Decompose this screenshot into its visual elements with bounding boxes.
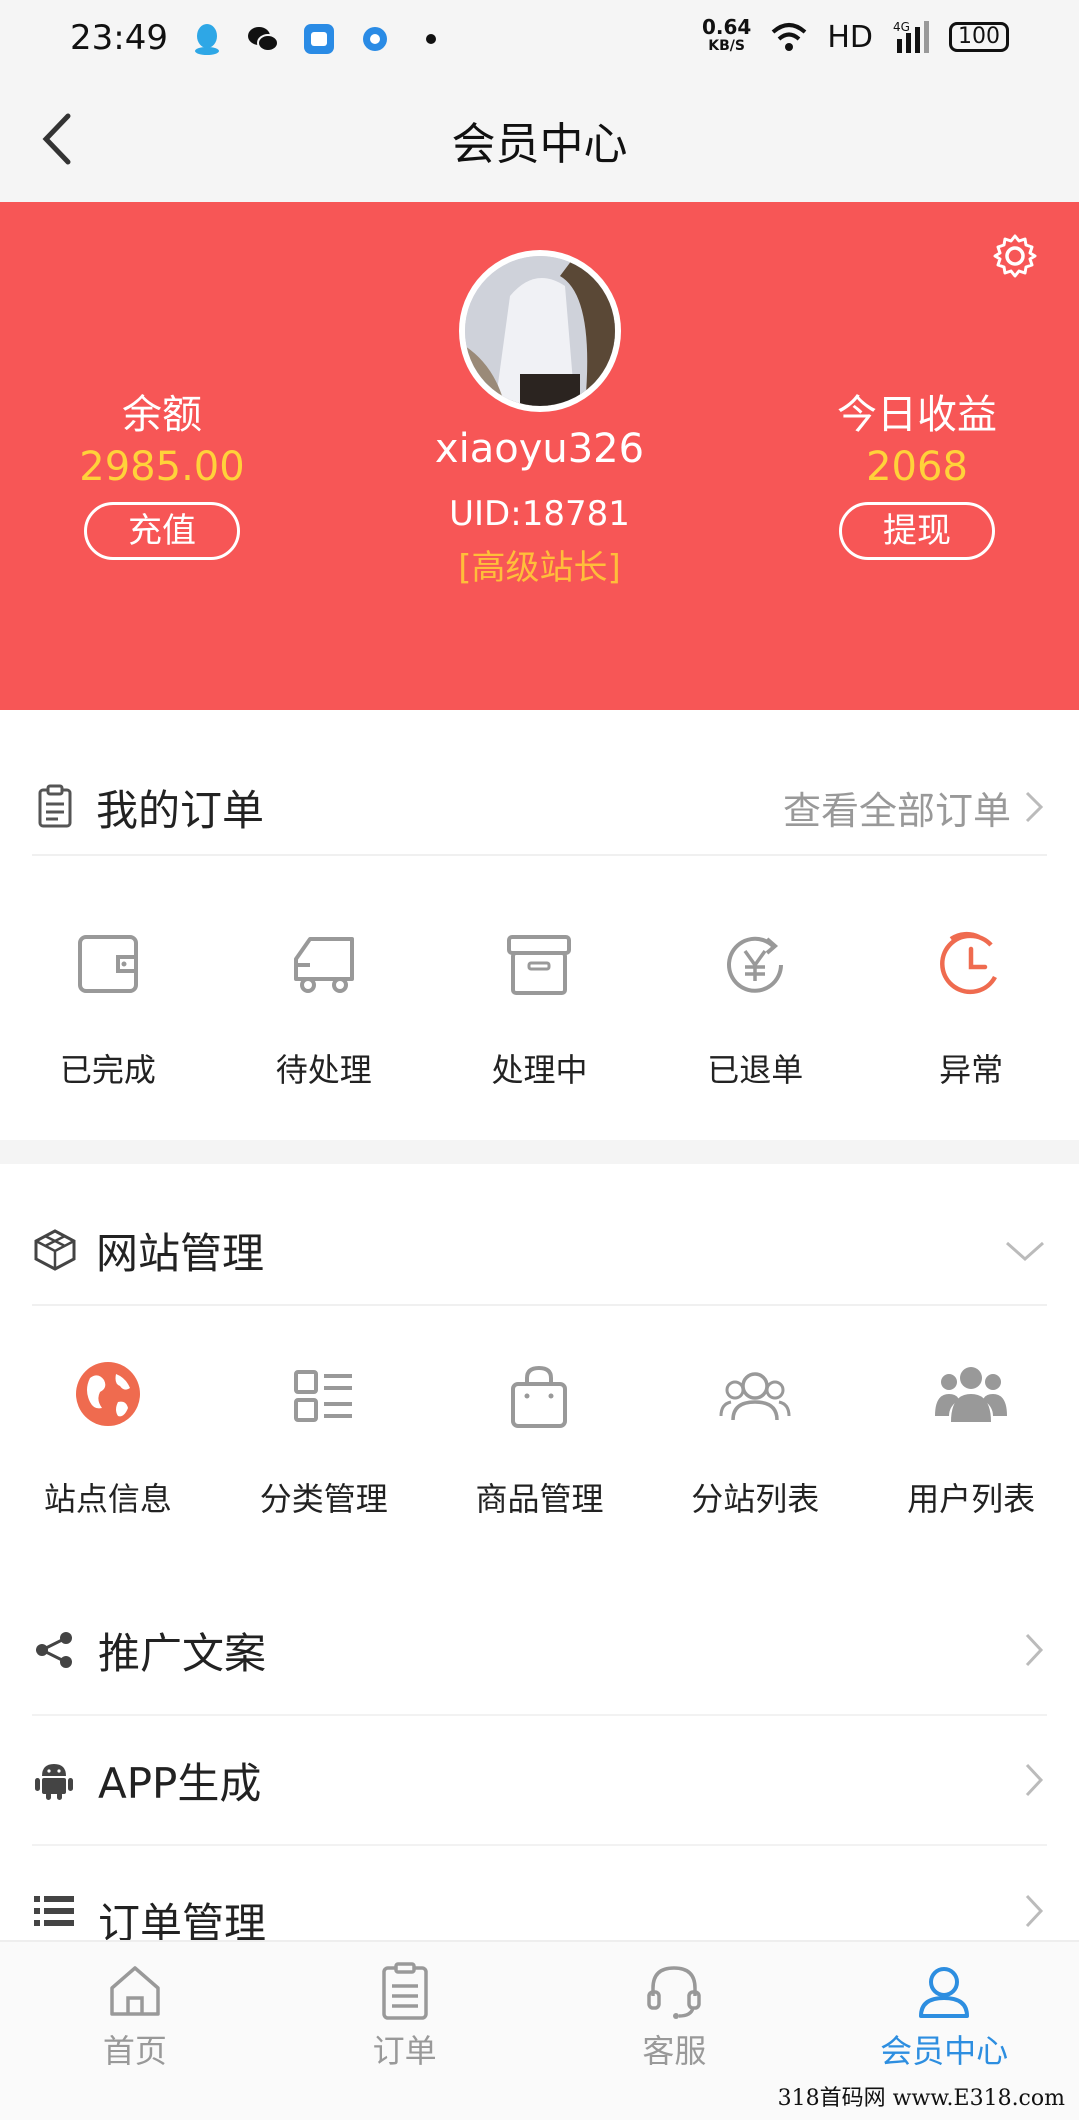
site-manage-label: 商品管理	[475, 1480, 604, 1518]
browser-icon	[363, 27, 387, 51]
view-all-orders-label: 查看全部订单	[782, 788, 1011, 833]
site-info-item[interactable]: 站点信息	[0, 1358, 216, 1520]
site-manage-title: 网站管理	[96, 1228, 265, 1278]
status-time: 23:49	[70, 18, 168, 58]
orders-title: 我的订单	[96, 785, 265, 835]
cube-icon	[34, 1229, 76, 1271]
archive-box-icon	[507, 935, 572, 995]
wallet-icon	[77, 935, 138, 993]
dot-icon	[426, 34, 436, 44]
chevron-down-icon	[1006, 1241, 1044, 1262]
menu-row-label: 推广文案	[98, 1628, 267, 1678]
site-manage-label: 用户列表	[907, 1480, 1036, 1518]
order-status-abnormal[interactable]: 异常	[863, 925, 1079, 1091]
order-status-label: 已退单	[707, 1051, 804, 1089]
app-icon	[304, 24, 334, 54]
qq-icon	[195, 24, 219, 55]
page-title: 会员中心	[451, 119, 628, 170]
tab-label: 首页	[102, 2032, 167, 2070]
status-bar: 23:49 0.64 KB/S HD 4G 100	[0, 0, 1079, 80]
share-icon	[36, 1632, 72, 1668]
profile-header: 余额 2985.00 充值 xiaoyu326 UID:18781 [高级站长]…	[0, 202, 1079, 710]
tab-home[interactable]: 首页	[0, 1942, 270, 2120]
income-label: 今日收益	[837, 392, 997, 438]
order-status-pending[interactable]: 待处理	[216, 925, 432, 1091]
tab-support[interactable]: 客服	[540, 1942, 810, 2120]
list-icon	[34, 1896, 74, 1926]
tab-label: 客服	[642, 2032, 707, 2070]
nav-bar: 会员中心	[0, 80, 1079, 202]
signal-icon: 4G	[893, 20, 929, 53]
site-manage-label: 分站列表	[691, 1480, 820, 1518]
users-outline-icon	[719, 1372, 791, 1421]
tab-orders[interactable]: 订单	[270, 1942, 540, 2120]
category-list-icon	[293, 1370, 352, 1422]
svg-text:4G: 4G	[893, 20, 910, 34]
globe-icon	[75, 1362, 140, 1426]
order-status-label: 已完成	[59, 1051, 156, 1089]
site-manage-label: 站点信息	[43, 1480, 172, 1518]
network-type: HD	[827, 19, 873, 55]
income-value: 2068	[866, 444, 968, 490]
menu-row-app-build[interactable]: APP生成	[32, 1716, 1047, 1846]
avatar-image	[465, 256, 615, 406]
watermark: 318首码网 www.E318.com	[777, 2086, 1065, 2111]
home-icon	[110, 1966, 160, 2016]
product-manage-item[interactable]: 商品管理	[432, 1358, 648, 1520]
clock-alert-icon	[940, 931, 998, 995]
clipboard-list-icon	[38, 784, 72, 828]
speed-unit: KB/S	[708, 38, 745, 54]
income-block: 今日收益 2068 提现	[767, 382, 1067, 560]
order-status-completed[interactable]: 已完成	[0, 925, 216, 1091]
tab-label: 订单	[372, 2032, 437, 2070]
view-all-orders-link[interactable]: 查看全部订单	[783, 780, 1047, 835]
withdraw-button[interactable]: 提现	[839, 502, 995, 560]
user-list-item[interactable]: 用户列表	[863, 1358, 1079, 1520]
avatar[interactable]	[459, 250, 621, 412]
site-manage-grid: 站点信息 分类管理 商品管理 分站列表 用户列表	[0, 1358, 1079, 1520]
section-divider	[0, 1140, 1079, 1164]
collapse-toggle[interactable]	[1003, 1235, 1047, 1265]
order-status-label: 待处理	[275, 1051, 372, 1089]
clipboard-icon	[381, 1962, 428, 2020]
battery-icon: 100	[949, 22, 1009, 52]
chevron-right-icon	[1025, 1894, 1044, 1928]
wifi-icon	[772, 23, 807, 51]
tab-label: 会员中心	[880, 2032, 1009, 2070]
site-manage-label: 分类管理	[259, 1480, 388, 1518]
order-status-refunded[interactable]: 已退单	[647, 925, 863, 1091]
wechat-icon	[248, 27, 279, 52]
substation-list-item[interactable]: 分站列表	[647, 1358, 863, 1520]
order-status-processing[interactable]: 处理中	[432, 925, 648, 1091]
order-status-label: 处理中	[491, 1051, 588, 1089]
users-group-icon	[935, 1367, 1008, 1422]
chevron-right-icon	[1025, 791, 1044, 823]
speed-value: 0.64	[701, 15, 752, 39]
menu-row-promo-copy[interactable]: 推广文案	[32, 1586, 1047, 1716]
android-icon	[35, 1764, 73, 1800]
shopping-bag-icon	[511, 1365, 568, 1428]
notification-icons	[190, 22, 448, 56]
order-status-label: 异常	[939, 1051, 1004, 1089]
menu-row-label: APP生成	[98, 1758, 262, 1808]
chevron-right-icon	[1025, 1763, 1044, 1797]
network-speed: 0.64 KB/S	[701, 15, 752, 56]
orders-header: 我的订单 查看全部订单	[32, 760, 1047, 856]
truck-icon	[293, 937, 354, 993]
order-status-grid: 已完成 待处理 处理中 已退单 异常	[0, 925, 1079, 1091]
category-manage-item[interactable]: 分类管理	[216, 1358, 432, 1520]
status-right: 0.64 KB/S HD 4G 100	[701, 15, 1009, 56]
chevron-right-icon	[1025, 1633, 1044, 1667]
headset-icon	[647, 1966, 702, 2019]
site-manage-header[interactable]: 网站管理	[32, 1196, 1047, 1306]
user-icon	[919, 1967, 970, 2018]
settings-gear-icon[interactable]	[991, 232, 1039, 280]
yen-refund-icon	[727, 936, 784, 993]
